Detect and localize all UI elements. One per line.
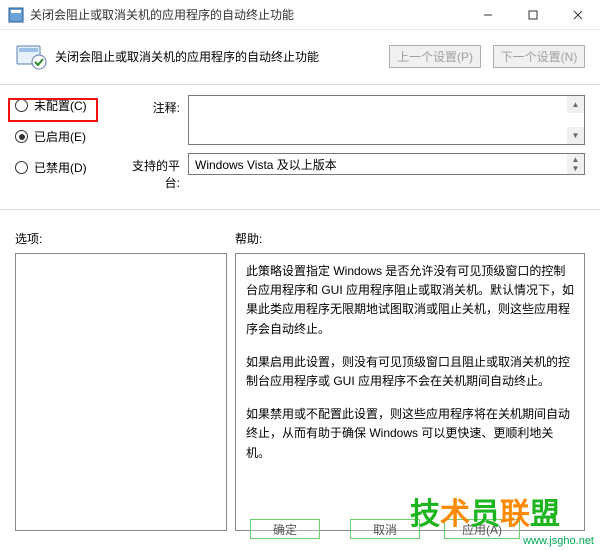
help-paragraph: 如果启用此设置，则没有可见顶级窗口且阻止或取消关机的控制台应用程序或 GUI 应… bbox=[246, 353, 574, 391]
minimize-button[interactable] bbox=[465, 0, 510, 30]
cancel-button[interactable]: 取消 bbox=[350, 519, 420, 539]
radio-icon bbox=[15, 99, 28, 112]
radio-label: 已禁用(D) bbox=[34, 159, 87, 176]
app-icon bbox=[8, 7, 24, 23]
help-paragraph: 如果禁用或不配置此设置，则这些应用程序将在关机期间自动终止，从而有助于确保 Wi… bbox=[246, 405, 574, 463]
radio-not-configured[interactable]: 未配置(C) bbox=[15, 97, 110, 114]
radio-disabled[interactable]: 已禁用(D) bbox=[15, 159, 110, 176]
help-pane[interactable]: 此策略设置指定 Windows 是否允许没有可见顶级窗口的控制台应用程序和 GU… bbox=[235, 253, 585, 531]
policy-icon bbox=[15, 40, 47, 72]
radio-icon bbox=[15, 130, 28, 143]
radio-enabled[interactable]: 已启用(E) bbox=[15, 128, 110, 145]
watermark-link[interactable]: www.jsgho.net bbox=[523, 535, 594, 547]
help-label: 帮助: bbox=[235, 230, 585, 247]
config-area: 未配置(C) 已启用(E) 已禁用(D) 注释: ▲ ▼ 支持的平台: Wind… bbox=[0, 95, 600, 205]
apply-label: 应用(A) bbox=[462, 521, 502, 538]
platform-label: 支持的平台: bbox=[120, 153, 188, 191]
help-paragraph: 此策略设置指定 Windows 是否允许没有可见顶级窗口的控制台应用程序和 GU… bbox=[246, 262, 574, 339]
ok-button[interactable]: 确定 bbox=[250, 519, 320, 539]
platform-value: Windows Vista 及以上版本 bbox=[195, 156, 337, 173]
maximize-button[interactable] bbox=[510, 0, 555, 30]
apply-button[interactable]: 应用(A) bbox=[444, 519, 520, 539]
scroll-down-icon[interactable]: ▼ bbox=[567, 163, 584, 174]
divider bbox=[0, 84, 600, 85]
title-bar: 关闭会阻止或取消关机的应用程序的自动终止功能 bbox=[0, 0, 600, 30]
radio-group: 未配置(C) 已启用(E) 已禁用(D) bbox=[15, 95, 110, 199]
pane-labels: 选项: 帮助: bbox=[0, 220, 600, 251]
next-setting-button[interactable]: 下一个设置(N) bbox=[493, 45, 585, 68]
fields: 注释: ▲ ▼ 支持的平台: Windows Vista 及以上版本 ▲ ▼ bbox=[120, 95, 585, 199]
platform-input[interactable]: Windows Vista 及以上版本 ▲ ▼ bbox=[188, 153, 585, 175]
prev-setting-button[interactable]: 上一个设置(P) bbox=[389, 45, 481, 68]
radio-label: 未配置(C) bbox=[34, 97, 87, 114]
scroll-up-icon[interactable]: ▲ bbox=[567, 96, 584, 113]
window-title: 关闭会阻止或取消关机的应用程序的自动终止功能 bbox=[30, 6, 465, 23]
divider bbox=[0, 209, 600, 210]
comment-label: 注释: bbox=[120, 95, 188, 145]
comment-row: 注释: ▲ ▼ bbox=[120, 95, 585, 145]
header: 关闭会阻止或取消关机的应用程序的自动终止功能 上一个设置(P) 下一个设置(N) bbox=[0, 30, 600, 80]
options-pane[interactable] bbox=[15, 253, 227, 531]
scroll-down-icon[interactable]: ▼ bbox=[567, 127, 584, 144]
window-buttons bbox=[465, 0, 600, 29]
page-title: 关闭会阻止或取消关机的应用程序的自动终止功能 bbox=[55, 48, 377, 65]
panes: 此策略设置指定 Windows 是否允许没有可见顶级窗口的控制台应用程序和 GU… bbox=[0, 253, 600, 541]
radio-label: 已启用(E) bbox=[34, 128, 86, 145]
close-button[interactable] bbox=[555, 0, 600, 30]
radio-icon bbox=[15, 161, 28, 174]
platform-row: 支持的平台: Windows Vista 及以上版本 ▲ ▼ bbox=[120, 153, 585, 191]
options-label: 选项: bbox=[15, 230, 235, 247]
comment-input[interactable]: ▲ ▼ bbox=[188, 95, 585, 145]
